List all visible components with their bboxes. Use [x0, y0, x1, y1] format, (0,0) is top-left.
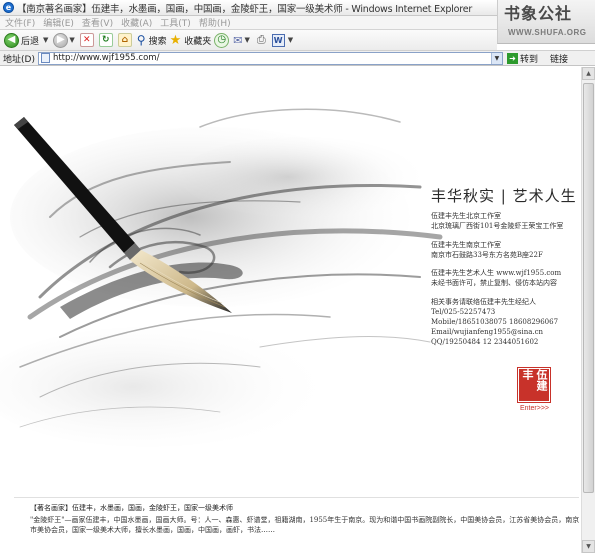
red-seal[interactable]: 伍建丰 [519, 369, 549, 401]
menu-favorites[interactable]: 收藏(A) [121, 16, 152, 29]
info-mobile: Mobile/18651038075 18608296067 [431, 318, 559, 326]
print-icon[interactable]: ⎙ [257, 33, 266, 47]
scroll-thumb[interactable] [583, 83, 594, 493]
forward-icon[interactable]: ▶ [53, 32, 69, 48]
word-icon[interactable]: W [271, 33, 285, 47]
scroll-down-icon[interactable]: ▼ [582, 540, 595, 553]
menu-bar: 文件(F) 编辑(E) 查看(V) 收藏(A) 工具(T) 帮助(H) [0, 16, 497, 30]
go-button[interactable]: ➜ 转到 [506, 52, 538, 65]
address-input[interactable]: http://www.wjf1955.com/ ▼ [37, 51, 503, 65]
bottom-description: "金陵虾王"—画家伍建丰，中国水墨画，国画大师。号：人一、森惠、虾谱堂，祖籍湖南… [30, 516, 580, 534]
back-icon[interactable]: ◀ [4, 32, 19, 48]
links-button[interactable]: 链接 [550, 52, 568, 65]
info-beijing-studio-address: 北京琉璃厂西街101号金陵虾王荣宝工作室 [431, 222, 564, 230]
bottom-divider [14, 497, 579, 498]
mail-dropdown-icon[interactable]: ▼ [245, 36, 250, 44]
search-button-label[interactable]: 搜索 [149, 34, 167, 47]
address-dropdown-icon[interactable]: ▼ [490, 52, 502, 64]
home-icon[interactable]: ⌂ [117, 33, 132, 47]
bottom-title: 【著名画家】伍建丰，水墨画，国画，金陵虾王，国家一级美术师 [30, 504, 233, 512]
history-icon[interactable]: ◷ [214, 32, 230, 48]
search-icon[interactable]: ⚲ [137, 33, 146, 47]
info-nanjing-studio-address: 南京市石鼓路33号东方名苑B座22F [431, 251, 543, 259]
address-label: 地址(D) [3, 54, 35, 65]
watermark-text-cn: 书象公社 [504, 4, 573, 23]
forward-dropdown-icon[interactable]: ▼ [69, 36, 74, 44]
info-qq: QQ/19250484 12 2344051602 [431, 338, 539, 346]
go-button-label: 转到 [519, 54, 538, 65]
address-bar: 地址(D) http://www.wjf1955.com/ ▼ ➜ 转到 链接 [0, 50, 595, 66]
back-button-label[interactable]: 后退 [21, 34, 39, 47]
watermark-text-en: WWW.SHUFA.ORG [508, 28, 587, 37]
info-beijing-studio-title: 伍建丰先生北京工作室 [431, 212, 501, 220]
back-dropdown-icon[interactable]: ▼ [43, 36, 48, 44]
ie-icon: e [3, 2, 14, 13]
info-agent-title: 相关事务请联络伍建丰先生经纪人 [431, 298, 536, 306]
page-content: 丰华秋实 | 艺术人生 伍建丰先生北京工作室 北京琉璃厂西街101号金陵虾王荣宝… [0, 67, 595, 553]
stop-icon[interactable]: ✕ [79, 33, 94, 47]
info-copyright: 未经书面许可，禁止复制、侵仿本站内容 [431, 279, 557, 287]
menu-view[interactable]: 查看(V) [82, 16, 113, 29]
page-headline: 丰华秋实 | 艺术人生 [431, 187, 577, 205]
menu-tools[interactable]: 工具(T) [160, 16, 191, 29]
word-dropdown-icon[interactable]: ▼ [288, 36, 293, 44]
refresh-icon[interactable]: ↻ [98, 33, 113, 47]
scroll-up-icon[interactable]: ▲ [582, 67, 595, 80]
info-site-link[interactable]: 伍建丰先生艺术人生 www.wjf1955.com [431, 269, 561, 277]
window-title: 【南京著名画家】伍建丰，水墨画，国画，中国画，金陵虾王，国家一级美术师 - Wi… [17, 3, 473, 15]
enter-link[interactable]: Enter>>> [520, 405, 549, 413]
page-icon [40, 53, 50, 63]
mail-icon[interactable]: ✉ [233, 34, 242, 47]
vertical-scrollbar[interactable]: ▲ ▼ [581, 67, 595, 553]
shufa-watermark: 书象公社 WWW.SHUFA.ORG [497, 0, 595, 44]
address-url[interactable]: http://www.wjf1955.com/ [53, 53, 491, 63]
favorites-button-label[interactable]: 收藏夹 [184, 34, 211, 47]
info-nanjing-studio-title: 伍建丰先生南京工作室 [431, 241, 501, 249]
info-tel: Tel/025-52257473 [431, 308, 496, 316]
go-arrow-icon: ➜ [506, 52, 518, 64]
menu-help[interactable]: 帮助(H) [199, 16, 231, 29]
info-email[interactable]: Email/wujianfeng1955@sina.cn [431, 328, 543, 336]
menu-edit[interactable]: 编辑(E) [43, 16, 74, 29]
menu-file[interactable]: 文件(F) [5, 16, 35, 29]
toolbar: ◀ 后退 ▼ ▶ ▼ ✕ ↻ ⌂ ⚲ 搜索 ★ 收藏夹 ◷ ✉ ▼ ⎙ W ▼ [0, 30, 497, 50]
star-icon[interactable]: ★ [170, 33, 182, 48]
